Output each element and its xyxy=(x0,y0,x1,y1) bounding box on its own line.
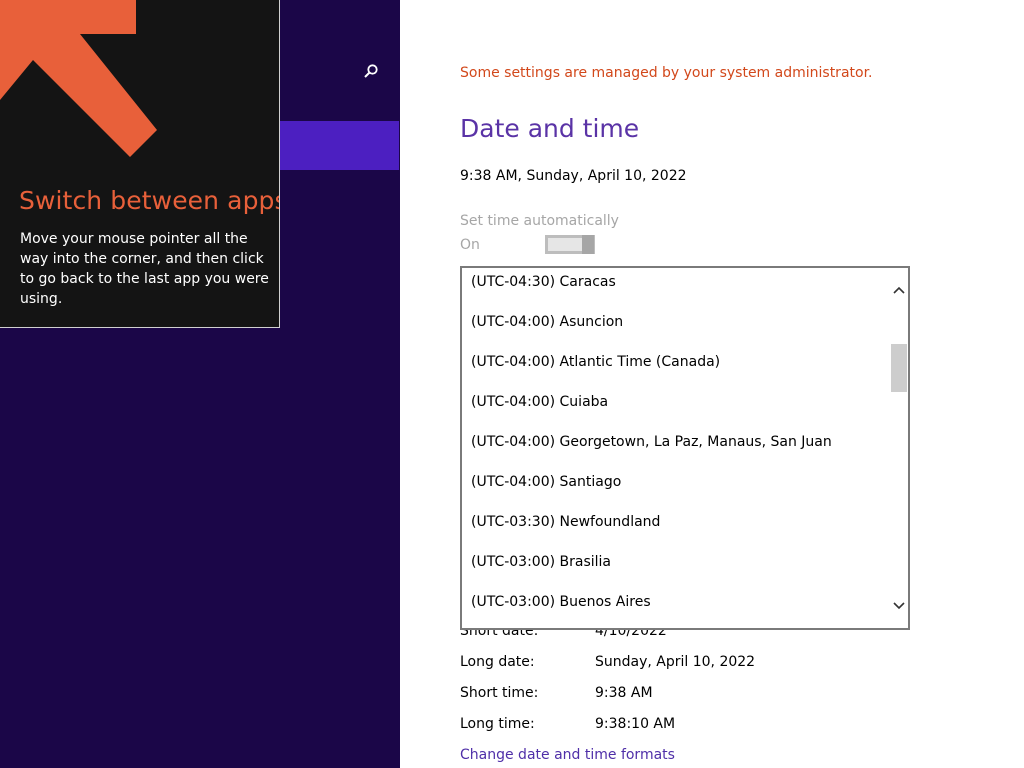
nav-selected-item[interactable] xyxy=(279,121,399,170)
chevron-down-icon xyxy=(893,602,905,610)
toggle-track xyxy=(548,238,582,251)
scroll-up-button[interactable] xyxy=(890,282,908,298)
scroll-thumb[interactable] xyxy=(891,344,907,392)
set-time-automatically-label: Set time automatically xyxy=(460,213,619,229)
scroll-down-button[interactable] xyxy=(890,598,908,614)
long-date-value: Sunday, April 10, 2022 xyxy=(595,654,756,670)
timezone-option[interactable]: (UTC-04:00) Asuncion xyxy=(462,302,890,342)
timezone-items: (UTC-04:30) Caracas (UTC-04:00) Asuncion… xyxy=(462,268,890,622)
toggle-thumb xyxy=(582,235,594,254)
page-title: Date and time xyxy=(460,114,640,143)
set-time-automatically-toggle[interactable] xyxy=(545,235,595,254)
long-time-label: Long time: xyxy=(460,716,535,732)
chevron-up-icon xyxy=(893,286,905,294)
timezone-option[interactable]: (UTC-04:00) Atlantic Time (Canada) xyxy=(462,342,890,382)
timezone-option[interactable]: (UTC-04:00) Cuiaba xyxy=(462,382,890,422)
long-date-label: Long date: xyxy=(460,654,535,670)
timezone-option[interactable]: (UTC-03:30) Newfoundland xyxy=(462,502,890,542)
set-time-automatically-state: On xyxy=(460,237,480,253)
current-datetime: 9:38 AM, Sunday, April 10, 2022 xyxy=(460,168,687,184)
admin-managed-note: Some settings are managed by your system… xyxy=(460,65,873,81)
search-button[interactable] xyxy=(358,58,384,84)
search-icon xyxy=(364,64,378,78)
tip-body: Move your mouse pointer all the way into… xyxy=(20,231,269,307)
timezone-option[interactable]: (UTC-03:00) Brasilia xyxy=(462,542,890,582)
timezone-option[interactable]: (UTC-04:00) Santiago xyxy=(462,462,890,502)
switch-apps-tip: Switch between apps Move your mouse poin… xyxy=(0,0,280,328)
timezone-option[interactable]: (UTC-04:00) Georgetown, La Paz, Manaus, … xyxy=(462,422,890,462)
change-formats-link[interactable]: Change date and time formats xyxy=(460,747,675,763)
long-time-value: 9:38:10 AM xyxy=(595,716,676,732)
short-time-label: Short time: xyxy=(460,685,539,701)
arrow-up-left-icon xyxy=(0,0,157,157)
timezone-dropdown-list[interactable]: (UTC-04:30) Caracas (UTC-04:00) Asuncion… xyxy=(460,266,910,630)
timezone-scrollbar[interactable] xyxy=(890,268,908,628)
tip-title: Switch between apps xyxy=(19,186,280,215)
timezone-option[interactable]: (UTC-03:00) Buenos Aires xyxy=(462,582,890,622)
timezone-option[interactable]: (UTC-04:30) Caracas xyxy=(462,268,890,302)
short-time-value: 9:38 AM xyxy=(595,685,653,701)
